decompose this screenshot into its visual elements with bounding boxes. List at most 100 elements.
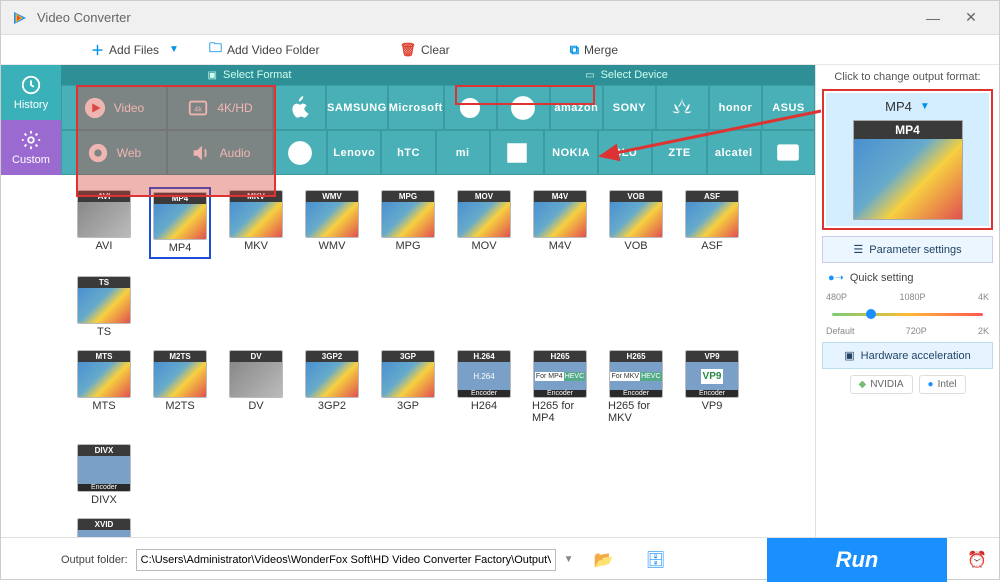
trash-icon: 🗑 [399,42,416,58]
format-vob[interactable]: VOBVOB [605,187,667,259]
brand-oneplus[interactable]: 1+ [490,130,544,175]
format-3gp[interactable]: 3GP3GP [377,347,439,427]
brand-apple[interactable] [273,85,326,130]
format-device-tabs: ▣ Select Format ▭ Select Device [61,65,815,85]
quick-setting-label: ●➝Quick setting [822,269,993,286]
history-button[interactable]: History [1,65,61,120]
brand-htc[interactable]: hTC [381,130,435,175]
category-web[interactable]: Web [61,130,167,175]
brand-zte[interactable]: ZTE [652,130,706,175]
output-folder-input[interactable] [136,549,556,571]
toolbar: ＋ Add Files ▼ 🗀 Add Video Folder 🗑 Clear… [1,35,999,65]
slider-knob[interactable] [866,309,876,319]
plus-icon: ＋ [91,40,104,59]
svg-text:4k: 4k [194,104,202,113]
brand-microsoft[interactable]: Microsoft [388,85,444,130]
format-avi[interactable]: AVIAVI [73,187,135,259]
format-wmv[interactable]: WMVWMV [301,187,363,259]
output-format-dropdown[interactable]: MP4 ▼ [832,99,983,114]
web-icon [87,142,109,164]
format-mts[interactable]: MTSMTS [73,347,135,427]
merge-icon: ⧉ [570,42,579,58]
chip-icon: ▣ [844,349,854,362]
brand-samsung[interactable]: SAMSUNG [326,85,388,130]
play-icon [84,97,106,119]
intel-badge: ●Intel [919,375,966,394]
format-xvid[interactable]: XVIDEncoderXVID [73,515,135,537]
parameter-settings-button[interactable]: ☰ Parameter settings [822,236,993,263]
bottom-bar: Output folder: ▼ 📂 🗄 Run ⏰ [1,537,999,581]
output-format-thumb[interactable]: MP4 [853,120,963,220]
brand-huawei[interactable] [656,85,709,130]
format-dv[interactable]: DVDV [225,347,287,427]
output-folder-label: Output folder: [61,554,128,566]
brand-honor[interactable]: honor [709,85,762,130]
add-files-dropdown[interactable]: ▼ [169,44,179,55]
brand-nokia[interactable]: NOKIA [544,130,598,175]
titlebar: Video Converter — ✕ [1,1,999,35]
clear-button[interactable]: 🗑 Clear [399,42,449,58]
output-highlight-box: MP4 ▼ MP4 [822,89,993,230]
brand-amazon[interactable]: amazon [550,85,603,130]
app-logo-icon [11,9,29,27]
quality-ticks-top: 480P 1080P 4K [822,292,993,302]
merge-button[interactable]: ⧉ Merge [570,42,618,58]
brand-sony[interactable]: SONY [603,85,656,130]
folder-plus-icon: 🗀 [209,39,222,61]
format-icon: ▣ [208,70,217,81]
format-mp4[interactable]: MP4MP4 [149,187,211,259]
quality-slider[interactable] [828,310,987,318]
svg-text:1+: 1+ [511,149,522,160]
format-mkv[interactable]: MKVMKV [225,187,287,259]
brand-asus[interactable]: ASUS [762,85,815,130]
folder-settings-button[interactable]: 🗄 [640,544,672,576]
brand-motorola[interactable] [273,130,327,175]
format-vp9[interactable]: VP9VP9EncoderVP9 [681,347,743,427]
add-files-button[interactable]: ＋ Add Files [91,40,159,59]
category-brand-row: Video 4k 4K/HD SAMSUNGMicrosoft amazonSON… [61,85,815,175]
brand-blu[interactable]: BLU [598,130,652,175]
format-m4v[interactable]: M4VM4V [529,187,591,259]
run-button[interactable]: Run [767,538,947,582]
format-grid: AVIAVIMP4MP4MKVMKVWMVWMVMPGMPGMOVMOVM4VM… [61,175,815,537]
format-divx[interactable]: DIVXEncoderDIVX [73,441,135,509]
sliders-icon: ☰ [853,243,863,256]
nvidia-badge: ◆NVIDIA [850,375,913,394]
format-h265-for-mp4[interactable]: H265For MP4HEVCEncoderH265 for MP4 [529,347,591,427]
brand-mi[interactable]: mi [436,130,490,175]
format-h264[interactable]: H.264H.264EncoderH264 [453,347,515,427]
app-title: Video Converter [37,10,131,25]
caret-down-icon: ▼ [920,101,930,112]
category-audio[interactable]: Audio [167,130,273,175]
custom-button[interactable]: Custom [1,120,61,175]
svg-text:TV: TV [783,148,793,157]
format-m2ts[interactable]: M2TSM2TS [149,347,211,427]
alarm-button[interactable]: ⏰ [955,538,999,582]
format-mpg[interactable]: MPGMPG [377,187,439,259]
format-asf[interactable]: ASFASF [681,187,743,259]
tab-select-device[interactable]: ▭ Select Device [438,65,815,85]
brand-lg[interactable] [497,85,550,130]
tab-select-format[interactable]: ▣ Select Format [61,65,438,85]
format-3gp2[interactable]: 3GP23GP2 [301,347,363,427]
format-mov[interactable]: MOVMOV [453,187,515,259]
left-sidebar: History Custom [1,65,61,537]
add-folder-button[interactable]: 🗀 Add Video Folder [209,39,320,61]
4k-icon: 4k [187,97,209,119]
brand-google[interactable] [444,85,497,130]
format-h265-for-mkv[interactable]: H265For MKVHEVCEncoderH265 for MKV [605,347,667,427]
output-hint: Click to change output format: [822,71,993,83]
brand-tv[interactable]: TV [761,130,815,175]
hardware-accel-button[interactable]: ▣ Hardware acceleration [822,342,993,369]
speaker-icon [190,142,212,164]
category-4khd[interactable]: 4k 4K/HD [167,85,273,130]
category-video[interactable]: Video [61,85,167,130]
format-ts[interactable]: TSTS [73,273,135,341]
output-panel: Click to change output format: MP4 ▼ MP4… [815,65,999,537]
close-button[interactable]: ✕ [953,5,989,31]
device-icon: ▭ [585,70,594,81]
brand-lenovo[interactable]: Lenovo [327,130,381,175]
open-folder-button[interactable]: 📂 [588,544,620,576]
minimize-button[interactable]: — [915,5,951,31]
brand-alcatel[interactable]: alcatel [707,130,761,175]
